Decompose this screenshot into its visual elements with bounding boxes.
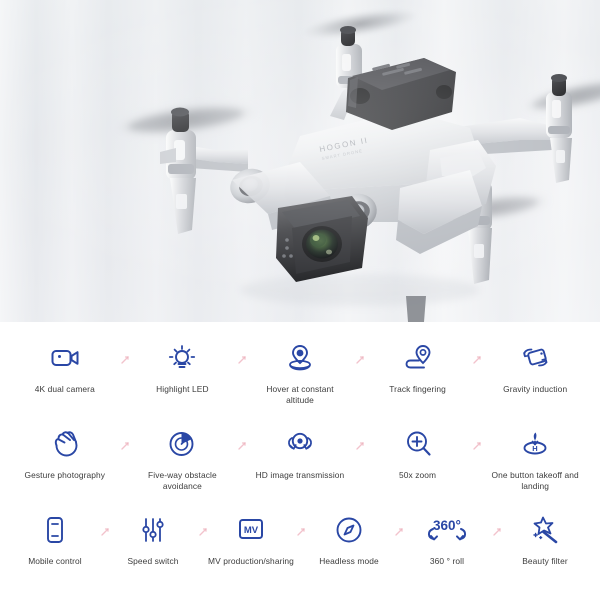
feature-item-headless-mode[interactable]: Headless mode — [300, 510, 403, 596]
drone-illustration: HOGON II SMART DRONE — [112, 8, 600, 322]
feature-item-five-way-obstacle-avoidance[interactable]: Five-way obstacle avoidance — [124, 424, 246, 510]
feature-label: HD image transmission — [255, 470, 345, 480]
feature-item-mv-production-sharing[interactable]: MV MV production/sharing — [202, 510, 305, 596]
lightbulb-icon — [168, 338, 196, 378]
gravity-tilt-phone-icon — [520, 338, 550, 378]
compass-icon — [334, 510, 364, 550]
obstacle-radar-icon — [167, 424, 197, 464]
feature-label: Highlight LED — [156, 384, 209, 394]
product-feature-page: HOGON II SMART DRONE 4K dual camera High… — [0, 0, 600, 600]
feature-row-3: Mobile control Speed switch MV MV produc… — [6, 510, 594, 596]
feature-item-speed-switch[interactable]: Speed switch — [104, 510, 207, 596]
feature-item-hover-at-constant-altitude[interactable]: Hover at constant altitude — [241, 338, 364, 424]
feature-label: 50x zoom — [399, 470, 437, 480]
drone-sensor-pod — [346, 58, 456, 130]
feature-label: Track fingering — [389, 384, 446, 394]
feature-item-track-fingering[interactable]: Track fingering — [359, 338, 482, 424]
drone-leg-tip-foreground — [406, 296, 426, 322]
zoom-magnifier-icon — [403, 424, 433, 464]
feature-item-beauty-filter[interactable]: Beauty filter — [496, 510, 594, 596]
mobile-phone-icon — [42, 510, 68, 550]
roll-360-icon: 360° — [424, 510, 470, 550]
magic-wand-star-icon — [530, 510, 560, 550]
hd-transmission-icon — [285, 424, 315, 464]
hover-altitude-icon — [285, 338, 315, 378]
hand-gesture-icon — [50, 424, 80, 464]
feature-label: One button takeoff and landing — [491, 470, 579, 491]
video-camera-icon — [50, 338, 80, 378]
sliders-speed-icon — [139, 510, 167, 550]
svg-text:MV: MV — [244, 525, 259, 536]
feature-item-360-roll[interactable]: 360° 360 ° roll — [398, 510, 501, 596]
feature-label: 4K dual camera — [34, 384, 95, 394]
svg-text:H: H — [532, 444, 537, 453]
product-hero-image: HOGON II SMART DRONE — [0, 0, 600, 322]
feature-label: Five-way obstacle avoidance — [148, 470, 217, 491]
feature-label: Mobile control — [28, 556, 82, 566]
feature-item-50x-zoom[interactable]: 50x zoom — [359, 424, 482, 510]
feature-label: Hover at constant altitude — [266, 384, 334, 405]
propeller-front-right — [300, 8, 420, 40]
feature-item-gravity-induction[interactable]: Gravity induction — [476, 338, 594, 424]
takeoff-landing-icon: H — [520, 424, 550, 464]
track-pin-path-icon — [403, 338, 433, 378]
feature-item-one-button-takeoff-and-landing[interactable]: H One button takeoff and landing — [476, 424, 594, 510]
feature-label: Speed switch — [127, 556, 179, 566]
feature-item-4k-dual-camera[interactable]: 4K dual camera — [6, 338, 129, 424]
feature-label: 360 ° roll — [429, 556, 465, 566]
feature-grid: 4K dual camera Highlight LED Hover at co… — [0, 322, 600, 600]
drone-gimbal-camera — [276, 196, 368, 282]
feature-row-1: 4K dual camera Highlight LED Hover at co… — [6, 338, 594, 424]
feature-item-highlight-led[interactable]: Highlight LED — [124, 338, 246, 424]
feature-label: Headless mode — [319, 556, 379, 566]
svg-text:360°: 360° — [433, 518, 461, 533]
drone-body: HOGON II SMART DRONE — [230, 58, 496, 306]
feature-label: MV production/sharing — [208, 556, 294, 566]
feature-item-mobile-control[interactable]: Mobile control — [6, 510, 109, 596]
feature-item-gesture-photography[interactable]: Gesture photography — [6, 424, 129, 510]
feature-label: Beauty filter — [522, 556, 568, 566]
feature-item-hd-image-transmission[interactable]: HD image transmission — [241, 424, 364, 510]
feature-row-2: Gesture photography Five-way obstacle av… — [6, 424, 594, 510]
mv-badge-icon: MV — [235, 510, 267, 550]
feature-label: Gesture photography — [24, 470, 106, 480]
feature-label: Gravity induction — [503, 384, 568, 394]
